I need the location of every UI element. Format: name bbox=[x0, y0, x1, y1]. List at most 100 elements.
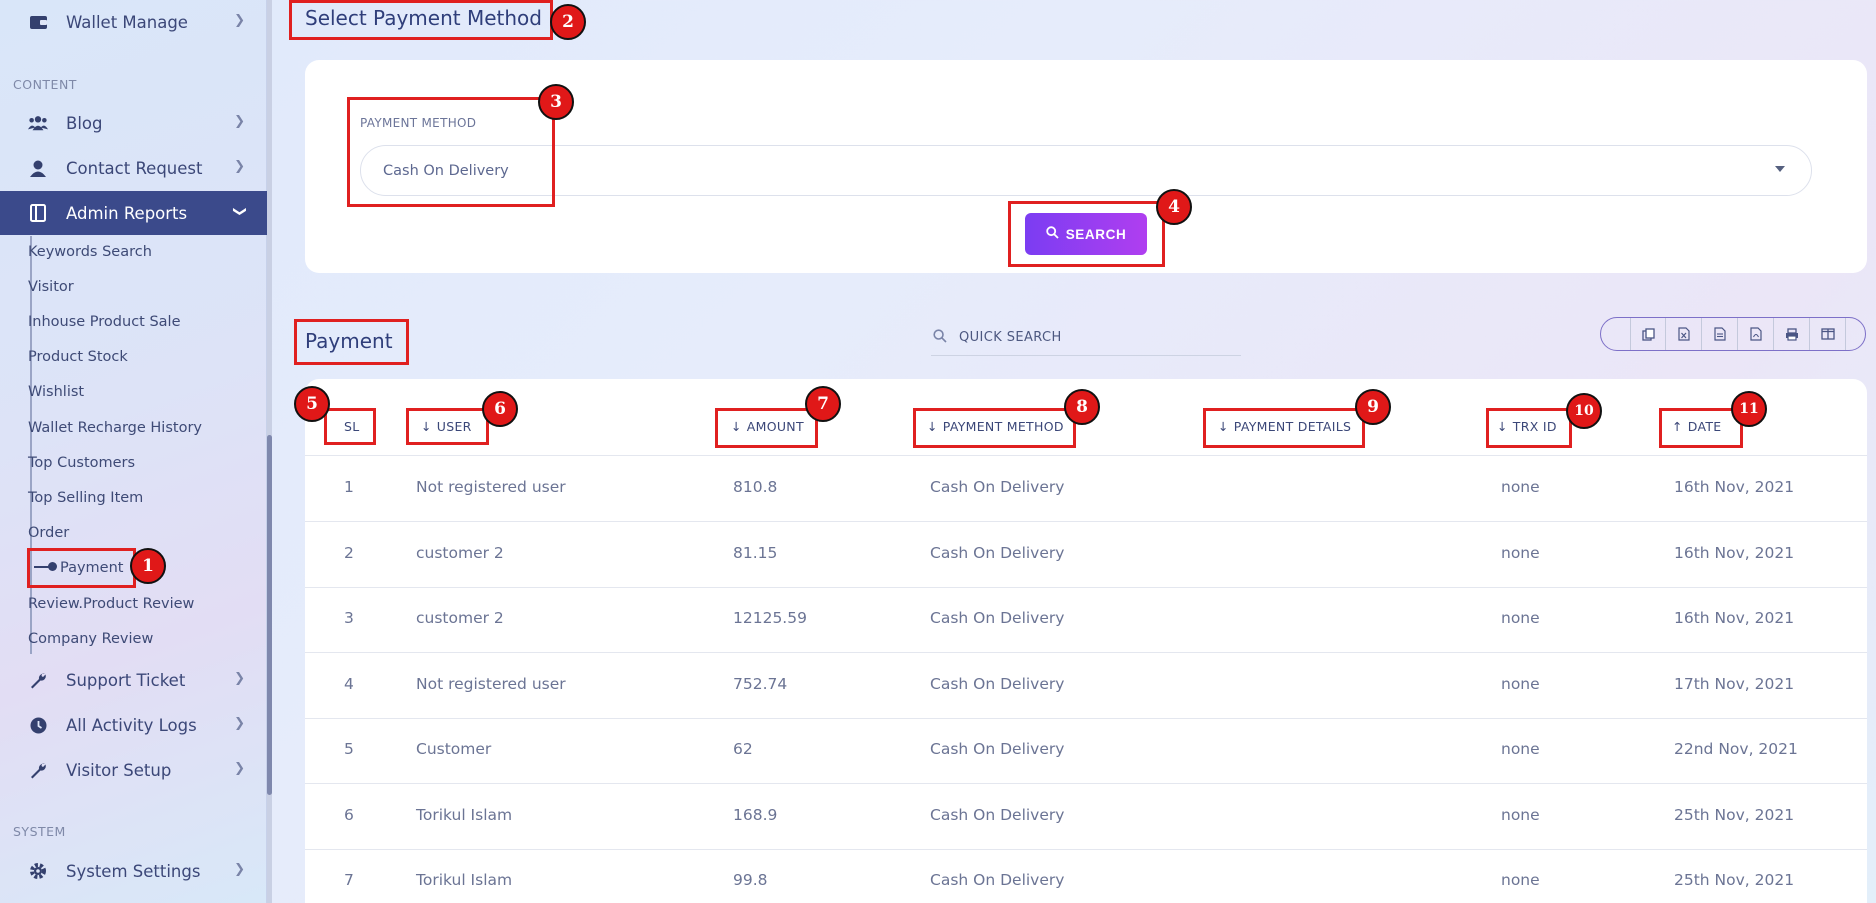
csv-icon[interactable] bbox=[1702, 318, 1738, 350]
wrench-icon bbox=[28, 670, 48, 690]
search-icon bbox=[933, 328, 947, 347]
columns-icon[interactable] bbox=[1810, 318, 1846, 350]
callout-badge: 5 bbox=[294, 386, 330, 422]
chevron-right-icon: ❯ bbox=[234, 761, 245, 776]
cell-user: Not registered user bbox=[416, 674, 566, 693]
sidebar-item-visitor-setup[interactable]: Visitor Setup ❯ bbox=[0, 748, 267, 792]
cell-user: Torikul Islam bbox=[416, 871, 513, 889]
cell-payment-method: Cash On Delivery bbox=[930, 674, 1065, 693]
sidebar-item-label: Contact Request bbox=[66, 158, 203, 178]
sidebar-item-label: All Activity Logs bbox=[66, 715, 197, 735]
table-row: 6 Torikul Islam 168.9 Cash On Delivery none 2… bbox=[305, 784, 1867, 850]
sidebar-item-support-ticket[interactable]: Support Ticket ❯ bbox=[0, 658, 267, 702]
callout-box bbox=[324, 408, 376, 445]
sidebar-item-contact-request[interactable]: Contact Request ❯ bbox=[0, 146, 267, 190]
print-icon[interactable] bbox=[1774, 318, 1810, 350]
section-label-system: SYSTEM bbox=[13, 824, 66, 839]
table-row: 7 Torikul Islam 99.8 Cash On Delivery none 25… bbox=[305, 849, 1867, 903]
submenu-item-top-selling-item[interactable]: Top Selling Item bbox=[28, 490, 143, 506]
chevron-down-icon: ❯ bbox=[232, 206, 248, 217]
cell-trx-id: none bbox=[1501, 543, 1540, 562]
cell-trx-id: none bbox=[1501, 478, 1540, 496]
pdf-icon[interactable] bbox=[1738, 318, 1774, 350]
sidebar-item-label: Wallet Manage bbox=[66, 12, 188, 32]
submenu-item-visitor[interactable]: Visitor bbox=[28, 279, 74, 295]
callout-box bbox=[1008, 201, 1165, 267]
cell-date: 17th Nov, 2021 bbox=[1674, 674, 1795, 693]
cell-payment-method: Cash On Delivery bbox=[930, 478, 1065, 496]
chevron-right-icon: ❯ bbox=[234, 862, 245, 877]
sidebar-item-wallet-manage[interactable]: Wallet Manage ❯ bbox=[0, 0, 267, 44]
table-row: 1 Not registered user 810.8 Cash On Deliver… bbox=[305, 456, 1867, 522]
sidebar-item-label: Blog bbox=[66, 113, 103, 133]
cell-date: 22nd Nov, 2021 bbox=[1674, 740, 1798, 758]
callout-box bbox=[1203, 408, 1365, 448]
sidebar: Wallet Manage ❯ CONTENT Blog ❯ Contact R… bbox=[0, 0, 267, 903]
cell-payment-method: Cash On Delivery bbox=[930, 609, 1065, 627]
sidebar-scrollbar[interactable] bbox=[267, 0, 272, 903]
cell-payment-method: Cash On Delivery bbox=[930, 543, 1065, 562]
cell-trx-id: none bbox=[1501, 805, 1540, 824]
callout-badge: 2 bbox=[550, 4, 586, 40]
cell-sl: 7 bbox=[344, 871, 354, 889]
cell-date: 25th Nov, 2021 bbox=[1674, 871, 1795, 889]
export-toolbar bbox=[1600, 317, 1866, 351]
cell-user: customer 2 bbox=[416, 609, 504, 627]
callout-box bbox=[913, 408, 1076, 448]
chevron-right-icon: ❯ bbox=[234, 671, 245, 686]
cell-date: 16th Nov, 2021 bbox=[1674, 543, 1795, 562]
cell-user: Torikul Islam bbox=[416, 805, 513, 824]
callout-badge: 11 bbox=[1731, 391, 1767, 427]
cell-amount: 752.74 bbox=[733, 674, 788, 693]
cell-sl: 5 bbox=[344, 740, 354, 758]
payment-method-select[interactable]: Cash On Delivery bbox=[360, 145, 1812, 196]
callout-box bbox=[1486, 408, 1572, 448]
callout-badge: 6 bbox=[482, 391, 518, 427]
wrench-icon bbox=[28, 760, 48, 780]
cell-payment-method: Cash On Delivery bbox=[930, 740, 1065, 758]
excel-icon[interactable] bbox=[1666, 318, 1702, 350]
sidebar-item-all-activity-logs[interactable]: All Activity Logs ❯ bbox=[0, 703, 267, 747]
quick-search-placeholder: QUICK SEARCH bbox=[959, 330, 1062, 345]
cell-trx-id: none bbox=[1501, 609, 1540, 627]
sidebar-item-admin-reports[interactable]: Admin Reports ❯ bbox=[0, 191, 267, 235]
submenu-item-company-review[interactable]: Company Review bbox=[28, 631, 153, 647]
submenu-item-wishlist[interactable]: Wishlist bbox=[28, 384, 84, 400]
cell-sl: 4 bbox=[344, 674, 354, 693]
submenu-item-product-stock[interactable]: Product Stock bbox=[28, 349, 128, 365]
copy-icon[interactable] bbox=[1630, 318, 1666, 350]
sidebar-item-blog[interactable]: Blog ❯ bbox=[0, 101, 267, 145]
cell-date: 16th Nov, 2021 bbox=[1674, 609, 1795, 627]
users-icon bbox=[28, 113, 48, 133]
quick-search-input[interactable]: QUICK SEARCH bbox=[931, 320, 1241, 356]
callout-box bbox=[27, 548, 136, 588]
callout-badge: 10 bbox=[1566, 393, 1602, 429]
submenu-item-wallet-recharge-history[interactable]: Wallet Recharge History bbox=[28, 420, 202, 436]
clock-icon bbox=[28, 715, 48, 735]
cell-amount: 99.8 bbox=[733, 871, 768, 889]
table-row: 3 customer 2 12125.59 Cash On Delivery none 1… bbox=[305, 587, 1867, 653]
submenu-item-keywords-search[interactable]: Keywords Search bbox=[28, 244, 152, 260]
sidebar-item-label: Support Ticket bbox=[66, 670, 186, 690]
cell-amount: 62 bbox=[733, 740, 753, 758]
chevron-right-icon: ❯ bbox=[234, 159, 245, 174]
cell-sl: 2 bbox=[344, 543, 354, 562]
table-row: 2 customer 2 81.15 Cash On Delivery none 16th… bbox=[305, 522, 1867, 588]
sidebar-item-label: Visitor Setup bbox=[66, 760, 172, 780]
callout-badge: 3 bbox=[538, 84, 574, 120]
chevron-right-icon: ❯ bbox=[234, 13, 245, 28]
cell-user: customer 2 bbox=[416, 543, 504, 562]
sidebar-item-label: Admin Reports bbox=[66, 203, 188, 223]
callout-box bbox=[294, 319, 409, 365]
submenu-item-top-customers[interactable]: Top Customers bbox=[28, 455, 135, 471]
submenu-item-order[interactable]: Order bbox=[28, 525, 69, 541]
table-row: 5 Customer 62 Cash On Delivery none 22nd Nov,… bbox=[305, 718, 1867, 784]
submenu-item-product-review[interactable]: Review.Product Review bbox=[28, 596, 194, 612]
cell-user: Not registered user bbox=[416, 478, 566, 496]
cell-user: Customer bbox=[416, 740, 492, 758]
scrollbar-thumb[interactable] bbox=[267, 435, 272, 795]
sidebar-item-system-settings[interactable]: System Settings ❯ bbox=[0, 849, 267, 893]
submenu-item-inhouse-product-sale[interactable]: Inhouse Product Sale bbox=[28, 314, 181, 330]
callout-box bbox=[1659, 408, 1743, 448]
caret-down-icon bbox=[1775, 166, 1785, 172]
